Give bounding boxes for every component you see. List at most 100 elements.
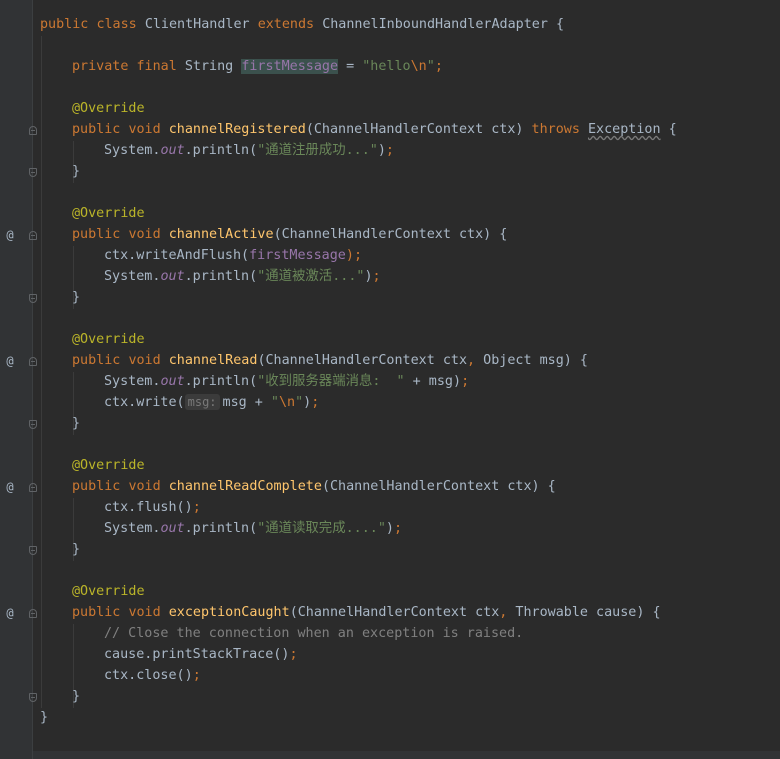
keyword: throws	[531, 122, 580, 137]
code-line[interactable]: ctx.writeAndFlush(firstMessage);	[104, 245, 362, 266]
override-gutter-icon[interactable]: @	[3, 477, 17, 498]
code-token: )	[385, 521, 394, 536]
field-ref: firstMessage	[249, 248, 346, 263]
code-line[interactable]: System.out.println("收到服务器端消息: " + msg);	[104, 371, 469, 392]
semicolon: ;	[289, 647, 298, 662]
close-brace[interactable]: }	[72, 287, 80, 308]
fold-collapse-icon[interactable]	[29, 231, 37, 240]
fold-end-icon[interactable]	[29, 420, 37, 429]
code-token: .println(	[184, 143, 258, 158]
keyword: public	[72, 605, 121, 620]
annotation-override[interactable]: @Override	[72, 329, 145, 350]
keyword: void	[128, 605, 161, 620]
code-line[interactable]: ctx.close();	[104, 665, 201, 686]
string-literal: "收到服务器端消息: "	[257, 374, 405, 389]
semicolon: ;	[192, 668, 201, 683]
fold-end-icon[interactable]	[29, 546, 37, 555]
code-token: )	[377, 143, 386, 158]
keyword: void	[128, 479, 161, 494]
code-token: .println(	[184, 269, 258, 284]
string-literal: "hello	[362, 59, 411, 74]
string-escape: \n	[410, 59, 427, 74]
static-field: out	[160, 143, 185, 158]
code-line-method-sig[interactable]: public void exceptionCaught(ChannelHandl…	[72, 602, 661, 623]
code-line-method-sig[interactable]: public void channelActive(ChannelHandler…	[72, 224, 507, 245]
fold-end-icon[interactable]	[29, 693, 37, 702]
super-class-name: ChannelInboundHandlerAdapter	[322, 17, 548, 32]
keyword: void	[128, 353, 161, 368]
keyword: void	[128, 227, 161, 242]
static-field: out	[160, 521, 185, 536]
close-brace[interactable]: }	[72, 161, 80, 182]
keyword: class	[96, 17, 137, 32]
indent-guide	[41, 36, 42, 708]
code-line-method-sig[interactable]: public void channelReadComplete(ChannelH…	[72, 476, 556, 497]
close-brace[interactable]: }	[72, 413, 80, 434]
class-name: ClientHandler	[144, 17, 250, 32]
code-token: .println(	[184, 521, 258, 536]
override-gutter-icon[interactable]: @	[3, 351, 17, 372]
keyword: final	[136, 59, 177, 74]
code-line[interactable]: System.out.println("通道读取完成....");	[104, 518, 402, 539]
brace: {	[668, 122, 677, 137]
override-gutter-icon[interactable]: @	[3, 603, 17, 624]
code-line-method-sig[interactable]: public void channelRegistered(ChannelHan…	[72, 119, 677, 140]
close-brace[interactable]: }	[72, 686, 80, 707]
brace: {	[499, 227, 508, 242]
code-token: )	[303, 395, 312, 410]
code-line[interactable]: cause.printStackTrace();	[104, 644, 298, 665]
editor-gutter[interactable]	[0, 0, 32, 759]
code-line-class-decl[interactable]: public class ClientHandler extends Chann…	[40, 14, 564, 35]
string-literal: "通道被激活..."	[257, 269, 365, 284]
fold-collapse-icon[interactable]	[29, 126, 37, 135]
fold-collapse-icon[interactable]	[29, 483, 37, 492]
annotation-override[interactable]: @Override	[72, 581, 145, 602]
override-gutter-icon[interactable]: @	[3, 225, 17, 246]
string-literal: "	[270, 395, 279, 410]
class-close-brace[interactable]: }	[40, 707, 48, 728]
annotation-override[interactable]: @Override	[72, 98, 145, 119]
type-name: String	[184, 59, 234, 74]
close-brace[interactable]: }	[72, 539, 80, 560]
static-field: out	[160, 269, 185, 284]
code-line[interactable]: System.out.println("通道被激活...");	[104, 266, 381, 287]
code-token: msg +	[222, 395, 271, 410]
method-name: channelRegistered	[168, 122, 306, 137]
code-token: ctx.write(	[104, 395, 185, 410]
code-line[interactable]: ctx.flush();	[104, 497, 201, 518]
keyword: public	[72, 353, 121, 368]
fold-collapse-icon[interactable]	[29, 357, 37, 366]
method-name: channelRead	[168, 353, 258, 368]
string-literal: "通道注册成功..."	[257, 143, 378, 158]
semicolon: ;	[434, 59, 443, 74]
semicolon: ;	[353, 248, 362, 263]
keyword: void	[128, 122, 161, 137]
annotation-override[interactable]: @Override	[72, 203, 145, 224]
code-token: System.	[104, 521, 161, 536]
brace: {	[555, 17, 565, 32]
code-token: )	[345, 248, 354, 263]
code-token: System.	[104, 143, 161, 158]
method-name: channelReadComplete	[168, 479, 322, 494]
annotation-override[interactable]: @Override	[72, 455, 145, 476]
keyword: public	[72, 479, 121, 494]
code-line[interactable]: System.out.println("通道注册成功...");	[104, 140, 394, 161]
params: (ChannelHandlerContext ctx	[289, 605, 500, 620]
code-line[interactable]: ctx.write(msg: msg + "\n");	[104, 392, 319, 413]
code-line-field[interactable]: private final String firstMessage = "hel…	[72, 56, 443, 77]
keyword: public	[40, 17, 89, 32]
params: (ChannelHandlerContext ctx)	[305, 122, 524, 137]
fold-end-icon[interactable]	[29, 168, 37, 177]
params: (ChannelHandlerContext ctx)	[273, 227, 492, 242]
method-name: channelActive	[168, 227, 274, 242]
code-token: ctx.writeAndFlush(	[104, 248, 250, 263]
keyword: private	[72, 59, 129, 74]
code-line-method-sig[interactable]: public void channelRead(ChannelHandlerCo…	[72, 350, 588, 371]
string-literal: "	[295, 395, 304, 410]
params: Throwable cause)	[507, 605, 645, 620]
fold-end-icon[interactable]	[29, 294, 37, 303]
code-comment[interactable]: // Close the connection when an exceptio…	[104, 623, 523, 644]
horizontal-scrollbar-track[interactable]	[33, 751, 780, 759]
fold-collapse-icon[interactable]	[29, 609, 37, 618]
semicolon: ;	[393, 521, 403, 536]
